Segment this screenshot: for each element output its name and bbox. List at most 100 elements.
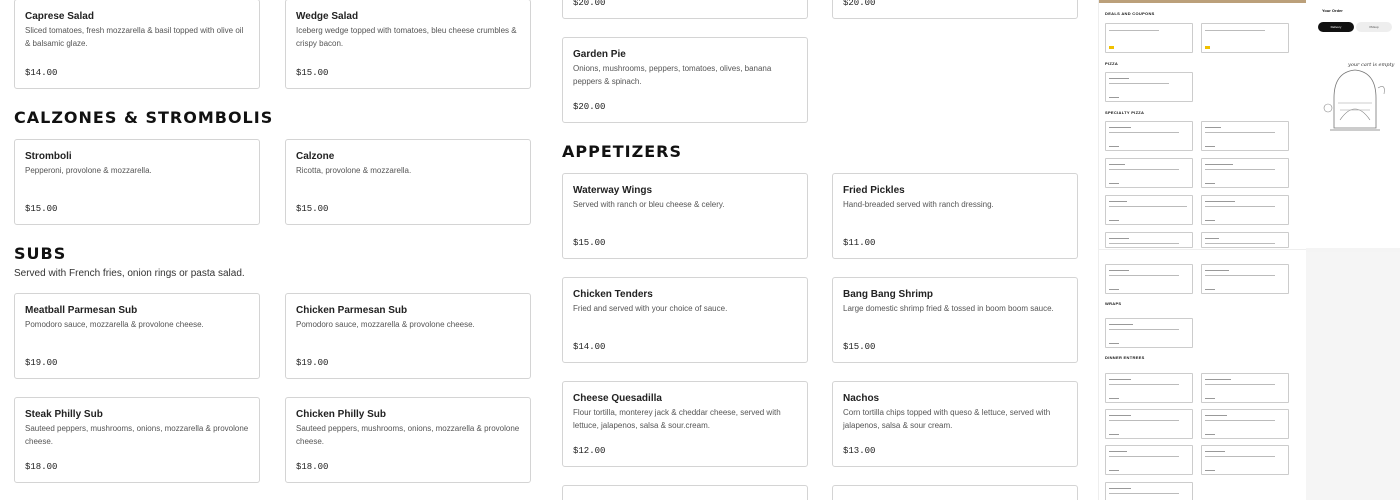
item-price: $20.00 [573, 102, 606, 112]
item-description: Fried and served with your choice of sau… [573, 304, 728, 313]
section-title-appetizers: APPETIZERS [562, 142, 683, 161]
menu-column-middle: $20.00 $20.00 Garden Pie Onions, mushroo… [562, 0, 1078, 500]
item-description: Flour tortilla, monterey jack & cheddar … [573, 408, 781, 430]
item-price: $15.00 [296, 204, 329, 214]
menu-item-card[interactable]: Meatball Parmesan Sub Pomodoro sauce, mo… [14, 293, 260, 379]
item-description: Pomodoro sauce, mozzarella & provolone c… [296, 320, 475, 329]
item-price: $14.00 [25, 68, 58, 78]
preview-card[interactable] [1201, 373, 1289, 403]
menu-item-card[interactable]: Cheese Quesadilla Flour tortilla, monter… [562, 381, 808, 467]
preview-card[interactable] [1201, 195, 1289, 225]
menu-item-card[interactable]: Garden Pie Onions, mushrooms, peppers, t… [562, 37, 808, 123]
section-title-calzones: CALZONES & STROMBOLIS [14, 108, 274, 127]
item-name: Wedge Salad [296, 11, 359, 22]
item-name: Bang Bang Shrimp [843, 289, 934, 300]
item-price: $15.00 [573, 238, 606, 248]
preview-section-wraps: WRAPS [1105, 301, 1122, 306]
item-price: $15.00 [25, 204, 58, 214]
preview-card[interactable] [1105, 121, 1193, 151]
item-price: $13.00 [843, 446, 876, 456]
preview-card[interactable] [1201, 158, 1289, 188]
menu-item-card[interactable] [832, 485, 1078, 500]
preview-card[interactable] [1105, 232, 1193, 248]
menu-item-card[interactable]: Nachos Corn tortilla chips topped with q… [832, 381, 1078, 467]
menu-item-card[interactable]: Fried Pickles Hand-breaded served with r… [832, 173, 1078, 259]
preview-section-specialty: SPECIALTY PIZZA [1105, 110, 1145, 115]
menu-item-card[interactable]: Calzone Ricotta, provolone & mozzarella.… [285, 139, 531, 225]
item-name: Steak Philly Sub [25, 409, 103, 420]
preview-card[interactable] [1105, 23, 1193, 53]
section-title-subs: SUBS [14, 244, 67, 263]
item-price: $12.00 [573, 446, 606, 456]
preview-section-deals: DEALS AND COUPONS [1105, 11, 1155, 16]
item-price: $19.00 [25, 358, 58, 368]
preview-card[interactable] [1105, 373, 1193, 403]
menu-item-card[interactable]: Bang Bang Shrimp Large domestic shrimp f… [832, 277, 1078, 363]
preview-card[interactable] [1105, 195, 1193, 225]
preview-card[interactable] [1105, 158, 1193, 188]
item-description: Large domestic shrimp fried & tossed in … [843, 304, 1054, 313]
item-name: Caprese Salad [25, 11, 94, 22]
item-description: Ricotta, provolone & mozzarella. [296, 166, 412, 175]
item-price: $14.00 [573, 342, 606, 352]
item-description: Onions, mushrooms, peppers, tomatoes, ol… [573, 64, 772, 86]
item-name: Waterway Wings [573, 185, 652, 196]
item-price: $15.00 [296, 68, 329, 78]
preview-card[interactable] [1201, 232, 1289, 248]
item-price: $20.00 [573, 0, 606, 8]
menu-item-card[interactable]: Chicken Parmesan Sub Pomodoro sauce, moz… [285, 293, 531, 379]
menu-item-card[interactable]: Chicken Philly Sub Sauteed peppers, mush… [285, 397, 531, 483]
menu-item-card[interactable]: Chicken Tenders Fried and served with yo… [562, 277, 808, 363]
item-name: Fried Pickles [843, 185, 905, 196]
preview-card[interactable] [1105, 318, 1193, 348]
item-name: Meatball Parmesan Sub [25, 305, 138, 316]
menu-item-card[interactable]: Waterway Wings Served with ranch or bleu… [562, 173, 808, 259]
preview-section-pizza: PIZZA [1105, 61, 1119, 66]
item-price: $20.00 [843, 0, 876, 8]
item-price: $15.00 [843, 342, 876, 352]
order-summary: Your Order Delivery Pickup your cart is … [1306, 0, 1400, 248]
preview-card[interactable] [1105, 409, 1193, 439]
preview-card[interactable] [1201, 445, 1289, 475]
item-name: Chicken Philly Sub [296, 409, 387, 420]
preview-card[interactable] [1201, 409, 1289, 439]
item-name: Stromboli [25, 151, 72, 162]
empty-cart-illustration [1323, 69, 1385, 131]
order-panel-footer [1306, 252, 1400, 500]
item-description: Iceberg wedge topped with tomatoes, bleu… [296, 26, 517, 48]
item-price: $19.00 [296, 358, 329, 368]
menu-item-card[interactable]: Caprese Salad Sliced tomatoes, fresh moz… [14, 0, 260, 89]
item-name: Calzone [296, 151, 335, 162]
preview-card[interactable] [1105, 445, 1193, 475]
item-description: Sauteed peppers, mushrooms, onions, mozz… [25, 424, 249, 446]
item-name: Garden Pie [573, 49, 626, 60]
section-subtitle-subs: Served with French fries, onion rings or… [14, 268, 245, 279]
preview-card[interactable] [1201, 264, 1289, 294]
item-description: Pepperoni, provolone & mozzarella. [25, 166, 152, 175]
item-description: Corn tortilla chips topped with queso & … [843, 408, 1051, 430]
preview-card[interactable] [1105, 482, 1193, 500]
item-description: Sauteed peppers, mushrooms, onions, mozz… [296, 424, 520, 446]
order-title: Your Order [1322, 8, 1343, 13]
menu-column-left: Caprese Salad Sliced tomatoes, fresh moz… [14, 0, 531, 500]
menu-item-card[interactable] [562, 485, 808, 500]
menu-item-card[interactable]: $20.00 [562, 0, 808, 19]
preview-card[interactable] [1105, 264, 1193, 294]
menu-item-card[interactable]: $20.00 [832, 0, 1078, 19]
order-panel: Your Order Delivery Pickup your cart is … [1306, 0, 1400, 500]
preview-card[interactable] [1105, 72, 1193, 102]
item-name: Chicken Parmesan Sub [296, 305, 408, 316]
menu-item-card[interactable]: Stromboli Pepperoni, provolone & mozzare… [14, 139, 260, 225]
item-price: $11.00 [843, 238, 876, 248]
item-description: Served with ranch or bleu cheese & celer… [573, 200, 725, 209]
menu-item-card[interactable]: Steak Philly Sub Sauteed peppers, mushro… [14, 397, 260, 483]
pickup-toggle[interactable]: Pickup [1356, 22, 1392, 32]
preview-card[interactable] [1201, 121, 1289, 151]
item-description: Sliced tomatoes, fresh mozzarella & basi… [25, 26, 244, 48]
preview-top-bar [1099, 0, 1308, 3]
preview-card[interactable] [1201, 23, 1289, 53]
item-description: Hand-breaded served with ranch dressing. [843, 200, 994, 209]
delivery-toggle[interactable]: Delivery [1318, 22, 1354, 32]
item-name: Chicken Tenders [573, 289, 653, 300]
menu-item-card[interactable]: Wedge Salad Iceberg wedge topped with to… [285, 0, 531, 89]
